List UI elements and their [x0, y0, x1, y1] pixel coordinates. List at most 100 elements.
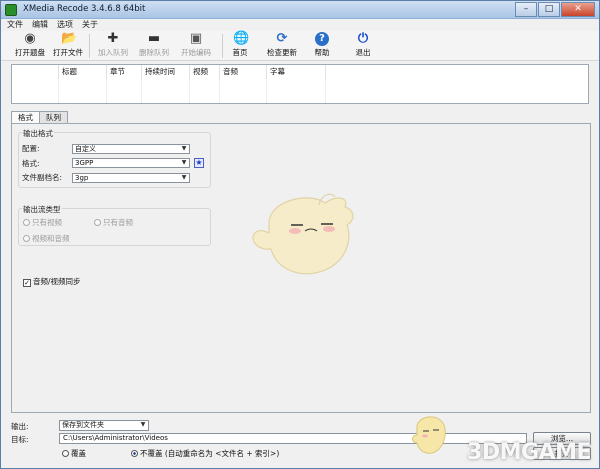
output-label: 输出: — [11, 422, 29, 431]
encode-icon: ▣ — [189, 31, 203, 46]
window-title: XMedia Recode 3.4.6.8 64bit — [23, 4, 146, 14]
video-only-radio[interactable]: 只有视频 — [23, 217, 62, 228]
menu-file[interactable]: 文件 — [7, 19, 23, 31]
minus-icon: ▬ — [147, 31, 161, 46]
menu-bar: 文件 编辑 选项 关于 — [1, 19, 599, 31]
globe-icon: 🌐 — [233, 31, 250, 46]
file-list-cell — [12, 79, 59, 103]
av-sync-checkbox[interactable]: ✓ 音频/视频同步 — [23, 276, 81, 287]
radio-circle — [23, 235, 30, 242]
format-label: 格式: — [22, 159, 40, 168]
file-list-cell — [107, 79, 142, 103]
file-list-cell — [142, 79, 190, 103]
menu-edit[interactable]: 编辑 — [32, 19, 48, 31]
no-overwrite-radio[interactable]: 不覆盖 (自动重命名为 <文件名 + 索引>) — [131, 448, 279, 459]
help-label: 帮助 — [314, 48, 330, 57]
format-value: 3GPP — [75, 159, 94, 167]
column-header-video[interactable]: 视频 — [190, 65, 220, 79]
homepage-label: 首页 — [232, 48, 248, 57]
file-list[interactable]: 标题 章节 持续时间 视频 音频 字幕 — [11, 64, 589, 104]
mascot-illustration — [252, 193, 354, 275]
exit-button[interactable]: ⏻ 退出 — [340, 32, 386, 60]
add-queue-button[interactable]: ✚ 加入队列 — [90, 32, 136, 60]
watermark-mascot — [412, 416, 446, 454]
add-queue-label: 加入队列 — [98, 48, 128, 57]
remove-queue-button[interactable]: ▬ 删除队列 — [131, 32, 177, 60]
target-path-input[interactable]: C:\Users\Administrator\Videos — [59, 433, 527, 444]
file-list-cell — [59, 79, 107, 103]
chevron-down-icon: ▼ — [181, 145, 187, 152]
help-button[interactable]: ? 帮助 — [299, 32, 345, 60]
favorite-star-button[interactable]: ★ — [194, 158, 204, 168]
maximize-button[interactable]: □ — [538, 2, 560, 17]
video-audio-label: 视频和音频 — [32, 234, 70, 243]
open-file-button[interactable]: 📂 打开文件 — [45, 32, 91, 60]
radio-circle — [23, 219, 30, 226]
file-list-cell — [190, 79, 220, 103]
format-select[interactable]: 3GPP ▼ — [72, 158, 190, 168]
column-header-duration[interactable]: 持续时间 — [142, 65, 190, 79]
radio-circle — [94, 219, 101, 226]
profile-select[interactable]: 自定义 ▼ — [72, 144, 190, 154]
refresh-icon: ⟳ — [276, 31, 288, 46]
app-window: XMedia Recode 3.4.6.8 64bit – □ ✕ 文件 编辑 … — [0, 0, 600, 469]
chevron-down-icon: ▼ — [181, 159, 187, 166]
file-list-cell — [326, 79, 588, 103]
disc-icon: ◉ — [24, 31, 36, 46]
tab-strip: 格式 队列 — [11, 111, 68, 124]
video-audio-radio[interactable]: 视频和音频 — [23, 233, 70, 244]
radio-circle — [131, 450, 138, 457]
app-logo-icon — [5, 4, 17, 16]
column-header-subtitles[interactable]: 字幕 — [267, 65, 326, 79]
file-list-body — [12, 79, 588, 103]
close-button[interactable]: ✕ — [561, 2, 595, 17]
tab-queue[interactable]: 队列 — [39, 111, 68, 123]
column-header-audio[interactable]: 音频 — [220, 65, 267, 79]
overwrite-label: 覆盖 — [71, 449, 86, 458]
extension-label: 文件副档名: — [22, 173, 63, 182]
watermark-text: 3DMGAME — [467, 440, 591, 465]
column-header-title[interactable]: 标题 — [59, 65, 107, 79]
column-header-extra[interactable] — [326, 65, 588, 79]
audio-only-radio[interactable]: 只有音频 — [94, 217, 133, 228]
homepage-button[interactable]: 🌐 首页 — [217, 32, 263, 60]
file-list-cell — [220, 79, 267, 103]
extension-select[interactable]: 3gp ▼ — [72, 173, 190, 183]
output-select[interactable]: 保存到文件夹 ▼ — [59, 420, 149, 431]
help-icon: ? — [315, 32, 329, 46]
power-icon: ⏻ — [357, 31, 369, 46]
extension-value: 3gp — [75, 174, 89, 182]
column-header-select[interactable] — [12, 65, 59, 79]
av-sync-label: 音频/视频同步 — [33, 277, 81, 286]
profile-label: 配置: — [22, 144, 40, 153]
menu-about[interactable]: 关于 — [82, 19, 98, 31]
chevron-down-icon: ▼ — [181, 174, 187, 181]
audio-only-label: 只有音频 — [103, 218, 133, 227]
no-overwrite-label: 不覆盖 (自动重命名为 <文件名 + 索引>) — [140, 449, 280, 458]
radio-circle — [62, 450, 69, 457]
chevron-down-icon: ▼ — [140, 421, 146, 428]
title-bar: XMedia Recode 3.4.6.8 64bit – □ ✕ — [1, 1, 599, 19]
target-label: 目标: — [11, 435, 29, 444]
exit-label: 退出 — [355, 48, 371, 57]
site-watermark: 3DMGAME — [467, 440, 591, 465]
output-value: 保存到文件夹 — [62, 421, 104, 429]
file-list-header: 标题 章节 持续时间 视频 音频 字幕 — [12, 65, 588, 79]
minimize-button[interactable]: – — [515, 2, 537, 17]
open-file-label: 打开文件 — [53, 48, 83, 57]
video-only-label: 只有视频 — [32, 218, 62, 227]
column-header-chapters[interactable]: 章节 — [107, 65, 142, 79]
start-encode-button[interactable]: ▣ 开始编码 — [173, 32, 219, 60]
window-controls: – □ ✕ — [514, 2, 595, 17]
output-format-title: 输出格式 — [22, 128, 54, 139]
remove-queue-label: 删除队列 — [139, 48, 169, 57]
start-encode-label: 开始编码 — [181, 48, 211, 57]
folder-icon: 📂 — [61, 31, 78, 46]
overwrite-radio[interactable]: 覆盖 — [62, 448, 86, 459]
file-list-cell — [267, 79, 326, 103]
menu-options[interactable]: 选项 — [57, 19, 73, 31]
stream-type-title: 输出流类型 — [22, 204, 62, 215]
toolbar: ◉ 打开题盘 📂 打开文件 ✚ 加入队列 ▬ 删除队列 ▣ 开始编码 🌐 首页 … — [1, 31, 599, 61]
plus-icon: ✚ — [107, 31, 119, 46]
profile-value: 自定义 — [75, 145, 96, 153]
